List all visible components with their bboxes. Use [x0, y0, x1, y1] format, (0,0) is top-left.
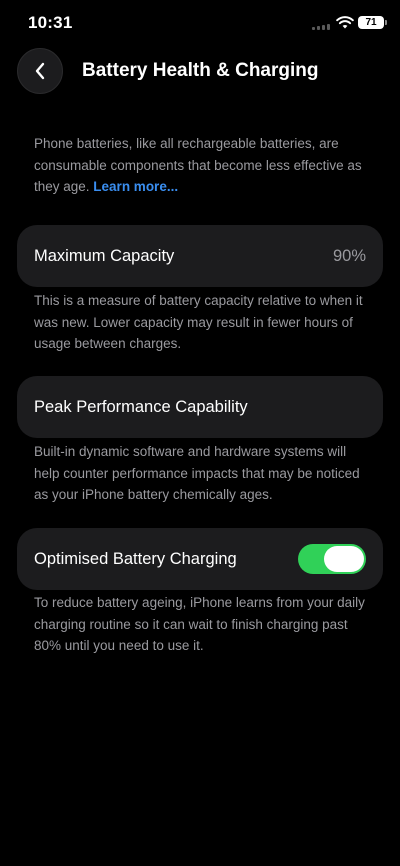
maximum-capacity-value: 90%: [332, 246, 366, 265]
toggle-knob: [324, 546, 364, 572]
page-title: Battery Health & Charging: [82, 60, 319, 81]
maximum-capacity-row: Maximum Capacity 90%: [17, 225, 383, 287]
optimised-charging-toggle[interactable]: [298, 544, 366, 574]
battery-icon: 71: [358, 16, 384, 29]
optimised-charging-label: Optimised Battery Charging: [34, 549, 237, 568]
battery-tip: [385, 20, 387, 25]
learn-more-link[interactable]: Learn more...: [93, 179, 178, 194]
signal-icon: [312, 24, 332, 30]
status-bar: 10:31 71: [0, 0, 400, 48]
intro-description: Phone batteries, like all rechargeable b…: [34, 136, 362, 194]
status-time: 10:31: [28, 13, 73, 32]
wifi-icon: [336, 16, 354, 29]
peak-performance-label: Peak Performance Capability: [34, 397, 248, 416]
optimised-charging-footnote: To reduce battery ageing, iPhone learns …: [34, 595, 365, 653]
maximum-capacity-footnote: This is a measure of battery capacity re…: [34, 293, 363, 351]
peak-performance-row[interactable]: Peak Performance Capability: [17, 376, 383, 438]
optimised-charging-row: Optimised Battery Charging: [17, 528, 383, 590]
back-button[interactable]: [17, 48, 63, 94]
intro-text: Phone batteries, like all rechargeable b…: [34, 133, 374, 198]
chevron-left-icon: [35, 62, 45, 80]
maximum-capacity-label: Maximum Capacity: [34, 246, 175, 265]
peak-performance-footnote: Built-in dynamic software and hardware s…: [34, 444, 360, 502]
